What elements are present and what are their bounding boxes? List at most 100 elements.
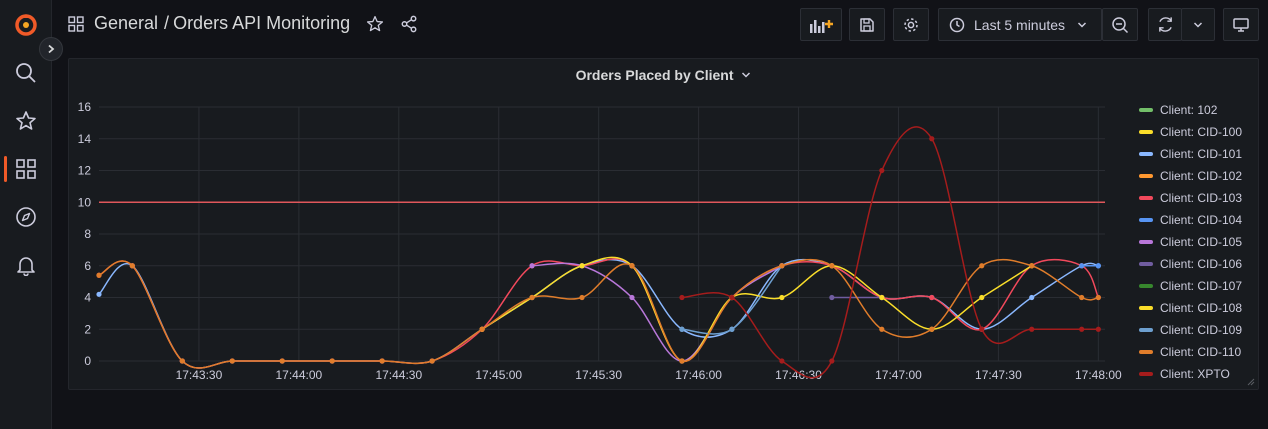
- time-series-chart[interactable]: 0246810121416 17:43:30 17:44:00 17:44:30 17…: [69, 97, 1129, 387]
- legend-item[interactable]: Client: CID-104: [1139, 209, 1242, 231]
- data-point[interactable]: [579, 263, 585, 269]
- save-dashboard-button[interactable]: [849, 8, 885, 41]
- data-point[interactable]: [96, 291, 102, 297]
- add-panel-icon: [810, 19, 833, 33]
- add-panel-button[interactable]: [800, 8, 842, 41]
- data-point[interactable]: [379, 358, 385, 364]
- data-point[interactable]: [1029, 294, 1035, 301]
- data-point[interactable]: [429, 358, 435, 364]
- zoom-out-button[interactable]: [1102, 8, 1138, 41]
- data-point[interactable]: [1095, 263, 1101, 269]
- search-icon[interactable]: [10, 57, 42, 89]
- data-point[interactable]: [1079, 326, 1085, 332]
- data-point[interactable]: [779, 294, 785, 301]
- data-point[interactable]: [279, 358, 285, 364]
- legend-item[interactable]: Client: CID-106: [1139, 253, 1242, 275]
- data-point[interactable]: [679, 294, 685, 301]
- data-point[interactable]: [829, 294, 835, 301]
- data-point[interactable]: [929, 326, 935, 332]
- data-point[interactable]: [1029, 326, 1035, 332]
- data-point[interactable]: [479, 326, 485, 332]
- data-point[interactable]: [829, 263, 835, 269]
- data-point[interactable]: [779, 263, 785, 269]
- explore-compass-icon[interactable]: [10, 201, 42, 233]
- data-point[interactable]: [879, 294, 885, 301]
- refresh-interval-dropdown[interactable]: [1181, 8, 1215, 41]
- legend-item[interactable]: Client: CID-107: [1139, 275, 1242, 297]
- data-point[interactable]: [96, 272, 102, 278]
- data-point[interactable]: [229, 358, 235, 364]
- data-point[interactable]: [929, 294, 935, 301]
- x-tick-label: 17:45:30: [575, 368, 622, 382]
- grafana-logo-icon[interactable]: [10, 9, 42, 41]
- graph-panel[interactable]: Orders Placed by Client 0 2 4 6 8 10 12 14 16 17…: [68, 58, 1259, 390]
- y-tick-label: 8: [84, 227, 91, 241]
- data-point[interactable]: [679, 326, 685, 332]
- data-point[interactable]: [829, 358, 835, 364]
- data-point[interactable]: [1079, 263, 1085, 269]
- y-tick-label: 16: [78, 100, 92, 114]
- legend-swatch: [1139, 284, 1153, 288]
- data-point[interactable]: [879, 167, 885, 174]
- legend-item[interactable]: Client: CID-100: [1139, 121, 1242, 143]
- chevron-down-icon: [1078, 21, 1087, 28]
- data-point[interactable]: [1079, 294, 1085, 301]
- series-line-12[interactable]: [681, 126, 1099, 379]
- monitor-icon: [1233, 17, 1249, 32]
- data-point[interactable]: [1029, 263, 1035, 269]
- data-point[interactable]: [979, 326, 985, 332]
- data-point[interactable]: [879, 326, 885, 332]
- data-point[interactable]: [929, 136, 935, 142]
- data-point[interactable]: [329, 358, 335, 364]
- share-icon[interactable]: [400, 15, 418, 33]
- data-point[interactable]: [979, 294, 985, 301]
- dashboards-icon[interactable]: [10, 153, 42, 185]
- tv-mode-button[interactable]: [1223, 8, 1259, 41]
- data-point[interactable]: [1095, 294, 1101, 301]
- series-line-6[interactable]: [532, 262, 783, 362]
- legend-item[interactable]: Client: CID-105: [1139, 231, 1242, 253]
- data-point[interactable]: [729, 326, 735, 332]
- breadcrumb-folder-link[interactable]: General: [94, 13, 158, 34]
- legend-item[interactable]: Client: CID-103: [1139, 187, 1242, 209]
- time-range-picker[interactable]: Last 5 minutes: [938, 8, 1102, 41]
- data-point[interactable]: [1095, 326, 1101, 332]
- data-point[interactable]: [529, 294, 535, 301]
- alerting-bell-icon[interactable]: [10, 249, 42, 281]
- data-point[interactable]: [779, 358, 785, 364]
- data-point[interactable]: [179, 358, 185, 364]
- legend-swatch: [1139, 328, 1153, 332]
- data-point[interactable]: [579, 294, 585, 301]
- y-tick-label: 14: [78, 132, 92, 146]
- legend-item[interactable]: Client: CID-110: [1139, 341, 1242, 363]
- dashboard-settings-button[interactable]: [893, 8, 929, 41]
- data-point[interactable]: [679, 358, 685, 364]
- legend-swatch: [1139, 240, 1153, 244]
- legend-item[interactable]: Client: CID-102: [1139, 165, 1242, 187]
- gear-icon: [904, 17, 918, 32]
- legend-item[interactable]: Client: CID-109: [1139, 319, 1242, 341]
- legend-item[interactable]: Client: 102: [1139, 99, 1242, 121]
- star-dashboard-icon[interactable]: [366, 15, 384, 33]
- legend-swatch: [1139, 372, 1153, 376]
- data-point[interactable]: [529, 263, 535, 269]
- legend-item[interactable]: Client: CID-101: [1139, 143, 1242, 165]
- data-point[interactable]: [129, 263, 135, 269]
- refresh-button[interactable]: [1148, 8, 1182, 41]
- legend-item[interactable]: Client: CID-108: [1139, 297, 1242, 319]
- x-tick-label: 17:47:30: [975, 368, 1022, 382]
- x-tick-label: 17:46:00: [675, 368, 722, 382]
- x-tick-label: 17:44:30: [375, 368, 422, 382]
- x-tick-label: 17:44:00: [276, 368, 323, 382]
- resize-handle-icon[interactable]: [1247, 378, 1255, 386]
- data-point[interactable]: [629, 294, 635, 301]
- x-tick-label: 17:46:30: [775, 368, 822, 382]
- panel-header[interactable]: Orders Placed by Client: [69, 67, 1258, 83]
- legend-label: Client: CID-104: [1160, 213, 1243, 227]
- legend-item[interactable]: Client: XPTO: [1139, 363, 1242, 385]
- data-point[interactable]: [979, 263, 985, 269]
- dashboard-title[interactable]: Orders API Monitoring: [173, 13, 350, 34]
- starred-icon[interactable]: [10, 105, 42, 137]
- data-point[interactable]: [629, 263, 635, 269]
- data-point[interactable]: [729, 294, 735, 301]
